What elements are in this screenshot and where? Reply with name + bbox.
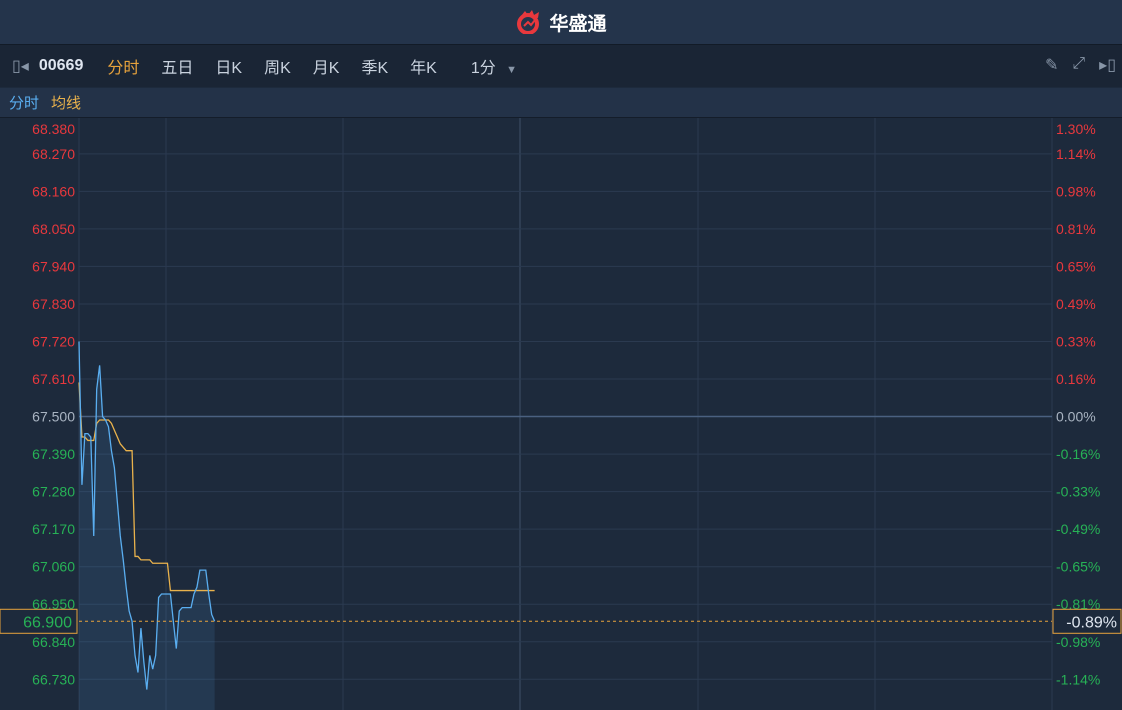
- app-logo: 华盛通: [515, 9, 607, 36]
- app-title: 华盛通: [549, 13, 607, 35]
- pct-tick-label: 0.16%: [1056, 371, 1096, 387]
- pct-tick-label: 0.33%: [1056, 333, 1096, 349]
- price-tick-label: 67.390: [32, 446, 75, 462]
- legend-avg: 均线: [51, 95, 82, 112]
- tab-intraday[interactable]: 分时: [107, 54, 139, 78]
- last-pct-label: -0.89%: [1066, 614, 1117, 631]
- legend-price: 分时: [9, 95, 40, 112]
- tab-quarterly-k[interactable]: 季K: [361, 54, 388, 78]
- tab-weekly-k[interactable]: 周K: [264, 54, 291, 78]
- pct-tick-label: -0.98%: [1056, 634, 1100, 650]
- price-tick-label: 68.050: [32, 221, 75, 237]
- price-tick-label: 67.060: [32, 559, 75, 575]
- price-tick-label: 66.730: [32, 671, 75, 687]
- pct-tick-label: 1.14%: [1056, 146, 1096, 162]
- pct-tick-label: -1.14%: [1056, 671, 1100, 687]
- intraday-chart[interactable]: 68.380 1.30% 68.270 1.14% 68.160 0.98% 68.050 0…: [0, 118, 1122, 710]
- tab-yearly-k[interactable]: 年K: [410, 54, 437, 78]
- tab-monthly-k[interactable]: 月K: [313, 54, 340, 78]
- stock-code: 00669: [38, 57, 84, 74]
- tab-daily-k[interactable]: 日K: [215, 54, 242, 78]
- logo-icon: [517, 10, 540, 34]
- pct-tick-label: 1.30%: [1056, 121, 1096, 137]
- price-tick-label: 67.610: [32, 371, 75, 387]
- pct-tick-label: -0.16%: [1056, 446, 1100, 462]
- pct-tick-label: -0.49%: [1056, 521, 1100, 537]
- pct-tick-label: -0.65%: [1056, 559, 1100, 575]
- price-tick-label: 67.940: [32, 258, 75, 274]
- price-tick-label: 67.500: [32, 409, 75, 425]
- price-tick-label: 67.280: [32, 484, 75, 500]
- price-tick-label: 67.720: [32, 333, 75, 349]
- collapse-left-icon[interactable]: ▯◂: [12, 56, 29, 76]
- pct-tick-label: 0.49%: [1056, 296, 1096, 312]
- pencil-icon[interactable]: ✎: [1045, 55, 1058, 75]
- pct-tick-label: 0.98%: [1056, 183, 1096, 199]
- tab-five-day[interactable]: 五日: [161, 54, 193, 78]
- price-tick-label: 68.270: [32, 146, 75, 162]
- collapse-right-icon[interactable]: ▸▯: [1099, 55, 1116, 75]
- price-tick-label: 68.160: [32, 183, 75, 199]
- interval-value: 1分: [470, 60, 496, 77]
- chart-legend: 分时 均线: [0, 88, 1122, 118]
- pct-tick-label: 0.65%: [1056, 258, 1096, 274]
- pct-tick-label: -0.33%: [1056, 484, 1100, 500]
- price-tick-label: 68.380: [32, 121, 75, 137]
- toolbar: ▯◂ 00669 分时 五日 日K 周K 月K 季K 年K 1分 ▼ ✎ ⤢ ▸…: [0, 45, 1122, 87]
- price-tick-label: 66.840: [32, 634, 75, 650]
- price-tick-label: 67.830: [32, 296, 75, 312]
- fullscreen-icon[interactable]: ⤢: [1072, 55, 1085, 75]
- pct-tick-label: 0.81%: [1056, 221, 1096, 237]
- price-tick-label: 67.170: [32, 521, 75, 537]
- last-price-label: 66.900: [23, 614, 72, 631]
- chevron-down-icon: ▼: [506, 64, 518, 76]
- interval-select[interactable]: 1分 ▼: [471, 54, 517, 78]
- pct-tick-label: 0.00%: [1056, 409, 1096, 425]
- price-area: [79, 341, 215, 710]
- title-bar: 华盛通: [0, 0, 1122, 45]
